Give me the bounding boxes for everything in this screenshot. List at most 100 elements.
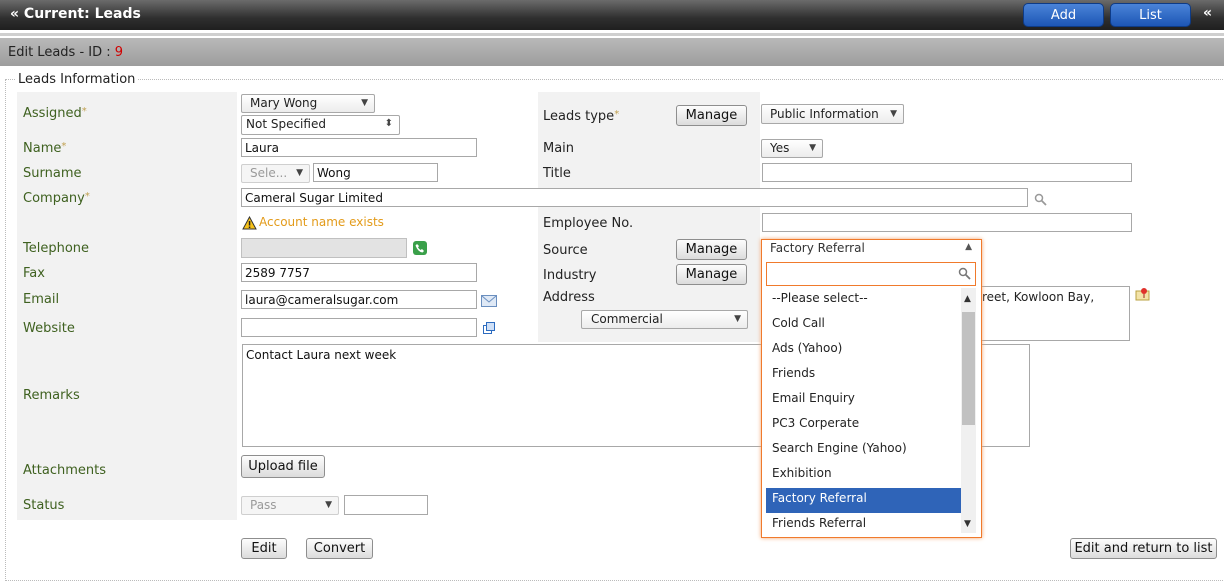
leads-type-label-text: Leads type xyxy=(543,109,615,124)
required-mark: * xyxy=(61,141,67,152)
chevron-down-icon: ▼ xyxy=(809,143,816,153)
scroll-up-icon[interactable]: ▲ xyxy=(964,294,971,304)
fax-input[interactable] xyxy=(241,263,477,282)
chevron-down-icon: ▼ xyxy=(325,500,332,510)
source-option[interactable]: Email Enquiry xyxy=(766,388,961,413)
telephone-input[interactable] xyxy=(241,238,407,258)
title-label: Title xyxy=(543,166,571,181)
required-mark: * xyxy=(614,109,620,120)
email-input[interactable] xyxy=(241,290,477,309)
surname-label: Surname xyxy=(23,166,82,181)
source-option[interactable]: Factory Referral xyxy=(766,488,961,513)
leads-type-label: Leads type* xyxy=(543,109,619,124)
source-option[interactable]: Friends xyxy=(766,363,961,388)
source-option[interactable]: --Please select-- xyxy=(766,288,961,313)
status-label: Status xyxy=(23,498,65,513)
warning-icon xyxy=(242,216,257,230)
required-mark: * xyxy=(84,191,90,202)
chevron-down-icon: ▼ xyxy=(296,168,303,178)
name-label: Name* xyxy=(23,141,66,156)
address-type-select[interactable]: Commercial ▼ xyxy=(581,310,748,329)
source-option[interactable]: Exhibition xyxy=(766,463,961,488)
industry-label: Industry xyxy=(543,268,597,283)
edit-and-return-button[interactable]: Edit and return to list xyxy=(1070,538,1217,559)
status-note-input[interactable] xyxy=(344,495,428,515)
convert-button[interactable]: Convert xyxy=(306,538,373,559)
scroll-down-icon[interactable]: ▼ xyxy=(964,519,971,529)
search-icon xyxy=(958,267,971,280)
source-option[interactable]: PC3 Corperate xyxy=(766,413,961,438)
lead-id: 9 xyxy=(114,45,124,60)
salutation-value: Sele... xyxy=(250,166,288,180)
search-icon[interactable] xyxy=(1034,193,1047,206)
subheader-bar xyxy=(0,38,1224,66)
chevron-up-icon: ▲ xyxy=(965,242,972,252)
source-search-input[interactable] xyxy=(766,262,976,286)
remarks-label: Remarks xyxy=(23,388,80,403)
status-select[interactable]: Pass ▼ xyxy=(241,496,339,515)
map-pin-icon[interactable] xyxy=(1135,287,1151,301)
add-button[interactable]: Add xyxy=(1023,3,1104,27)
company-label-text: Company xyxy=(23,191,85,206)
website-input[interactable] xyxy=(241,318,477,337)
chevron-down-icon: ▼ xyxy=(734,314,741,324)
edit-heading: Edit Leads - ID : 9 xyxy=(8,45,123,60)
fax-label: Fax xyxy=(23,266,45,281)
chevron-down-icon: ▼ xyxy=(890,109,897,119)
upload-file-button[interactable]: Upload file xyxy=(241,455,325,478)
employee-no-label: Employee No. xyxy=(543,216,634,231)
website-label: Website xyxy=(23,321,75,336)
title-input[interactable] xyxy=(762,163,1132,182)
main-select[interactable]: Yes ▼ xyxy=(761,139,823,158)
industry-manage-button[interactable]: Manage xyxy=(676,264,747,285)
name-input[interactable] xyxy=(241,138,477,157)
leads-type-select[interactable]: Public Information ▼ xyxy=(761,104,904,124)
required-mark: * xyxy=(81,106,87,117)
surname-input[interactable] xyxy=(313,163,438,182)
phone-icon[interactable] xyxy=(413,241,427,255)
address-type-value: Commercial xyxy=(591,312,663,326)
page-title: « Current: Leads xyxy=(10,6,141,22)
attachments-label: Attachments xyxy=(23,463,106,478)
source-label: Source xyxy=(543,243,588,258)
main-value: Yes xyxy=(770,141,790,155)
status-value: Pass xyxy=(250,498,277,512)
source-option[interactable]: Search Engine (Yahoo) xyxy=(766,438,961,463)
email-label: Email xyxy=(23,292,60,307)
chevron-down-icon: ▼ xyxy=(361,98,368,108)
leads-type-manage-button[interactable]: Manage xyxy=(676,105,747,126)
leads-type-value: Public Information xyxy=(770,107,879,121)
source-option[interactable]: Cold Call xyxy=(766,313,961,338)
external-link-icon[interactable] xyxy=(483,322,495,334)
source-option[interactable]: Ads (Yahoo) xyxy=(766,338,961,363)
divider xyxy=(0,33,1224,36)
address-textarea[interactable]: reet, Kowloon Bay, xyxy=(975,286,1130,341)
list-button[interactable]: List xyxy=(1110,3,1191,27)
assigned-secondary-select[interactable]: Not Specified ⬍ xyxy=(241,115,400,135)
main-label: Main xyxy=(543,141,575,156)
source-current-value: Factory Referral xyxy=(770,241,865,255)
company-input[interactable] xyxy=(241,188,1028,207)
edit-heading-prefix: Edit Leads - ID : xyxy=(8,45,115,60)
name-label-text: Name xyxy=(23,141,62,156)
address-label: Address xyxy=(543,290,595,305)
edit-button[interactable]: Edit xyxy=(241,538,287,559)
source-manage-button[interactable]: Manage xyxy=(676,239,747,260)
employee-no-input[interactable] xyxy=(762,213,1132,232)
scrollbar-thumb[interactable] xyxy=(962,312,975,425)
company-warning: Account name exists xyxy=(259,215,384,229)
fieldset-legend: Leads Information xyxy=(16,72,138,87)
address-value: reet, Kowloon Bay, xyxy=(982,290,1095,304)
company-label: Company* xyxy=(23,191,90,206)
source-option[interactable]: Friends Referral xyxy=(766,513,961,538)
salutation-select[interactable]: Sele... ▼ xyxy=(241,164,310,183)
source-select-current[interactable]: Factory Referral ▲ xyxy=(763,241,978,258)
collapse-icon[interactable]: « xyxy=(1203,5,1212,21)
mail-icon[interactable] xyxy=(481,295,497,307)
assigned-user-select[interactable]: Mary Wong ▼ xyxy=(241,94,375,113)
updown-icon: ⬍ xyxy=(384,118,393,129)
assigned-label: Assigned* xyxy=(23,106,87,121)
assigned-secondary-value: Not Specified xyxy=(246,117,326,131)
assigned-user-value: Mary Wong xyxy=(250,96,318,110)
assigned-label-text: Assigned xyxy=(23,106,82,121)
